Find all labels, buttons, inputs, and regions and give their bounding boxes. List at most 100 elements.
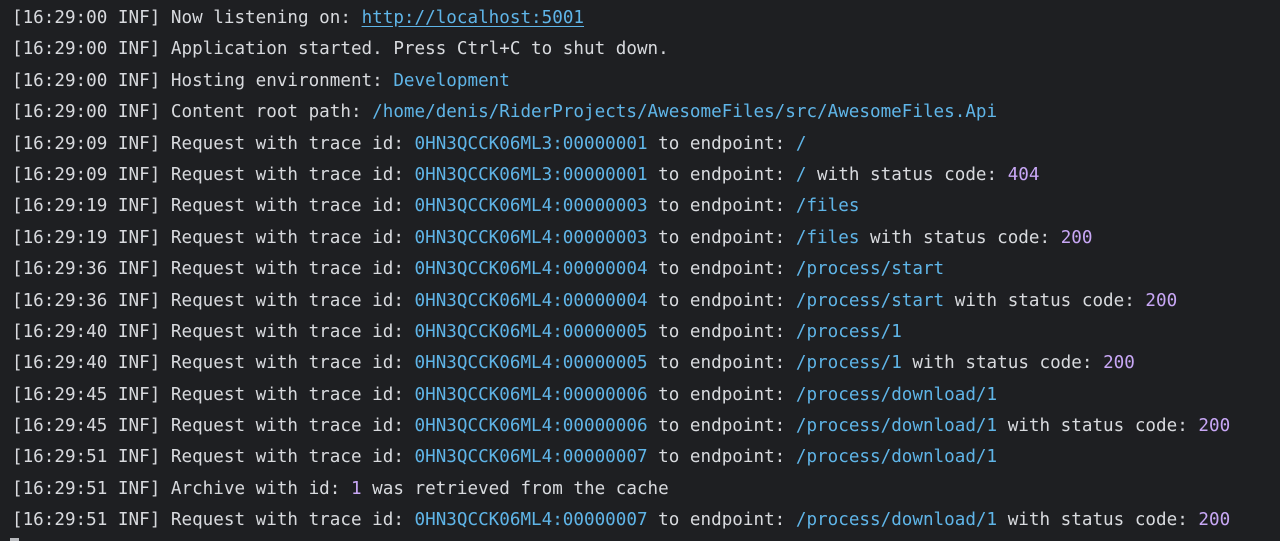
log-line: [16:29:51 INF] Request with trace id: 0H…	[12, 505, 1280, 536]
log-text: 200	[1198, 416, 1231, 437]
log-text: Request with trace id:	[160, 259, 415, 280]
log-timestamp: [16:29:09 INF]	[12, 133, 161, 154]
log-text: /process/start	[795, 259, 945, 280]
log-text: 404	[1007, 164, 1040, 185]
log-text: Request with trace id:	[160, 353, 415, 374]
log-text: /	[795, 164, 807, 185]
log-line: [16:29:45 INF] Request with trace id: 0H…	[12, 411, 1280, 442]
log-timestamp: [16:29:00 INF]	[12, 8, 161, 28]
log-text: 0HN3QCCK06ML4:00000004	[414, 259, 648, 280]
log-text: was retrieved from the cache	[361, 478, 669, 499]
log-text: to endpoint:	[647, 227, 796, 248]
log-text: /process/download/1	[795, 447, 998, 468]
log-line: [16:29:00 INF] Now listening on: http://…	[12, 3, 1280, 34]
log-text: with status code:	[806, 164, 1008, 185]
log-text: to endpoint:	[647, 353, 796, 374]
log-text: to endpoint:	[647, 447, 796, 468]
log-text: 1	[350, 478, 362, 499]
log-line: [16:29:51 INF] Archive with id: 1 was re…	[12, 474, 1280, 505]
log-text: Request with trace id:	[160, 510, 415, 531]
log-text: to endpoint:	[647, 133, 796, 154]
log-text: 0HN3QCCK06ML3:00000001	[414, 133, 648, 154]
log-timestamp: [16:29:00 INF]	[12, 70, 161, 91]
log-text: to endpoint:	[647, 164, 796, 185]
log-text: 0HN3QCCK06ML4:00000003	[414, 227, 648, 248]
log-text: /files	[795, 196, 860, 217]
log-text: Request with trace id:	[160, 196, 415, 217]
log-text: /home/denis/RiderProjects/AwesomeFiles/s…	[372, 102, 998, 123]
log-timestamp: [16:29:51 INF]	[12, 510, 161, 531]
log-text: Request with trace id:	[160, 290, 415, 311]
log-text: /	[795, 133, 807, 154]
log-line: [16:29:09 INF] Request with trace id: 0H…	[12, 160, 1280, 191]
log-text: with status code:	[859, 227, 1061, 248]
log-text: 0HN3QCCK06ML4:00000006	[414, 384, 648, 405]
log-line: [16:29:00 INF] Application started. Pres…	[12, 34, 1280, 65]
log-timestamp: [16:29:51 INF]	[12, 478, 161, 499]
log-line: [16:29:19 INF] Request with trace id: 0H…	[12, 191, 1280, 222]
log-timestamp: [16:29:45 INF]	[12, 384, 161, 405]
log-line: [16:29:40 INF] Request with trace id: 0H…	[12, 317, 1280, 348]
log-text: to endpoint:	[647, 196, 796, 217]
log-text: to endpoint:	[647, 290, 796, 311]
log-text: /process/download/1	[795, 416, 998, 437]
log-text: Request with trace id:	[160, 416, 415, 437]
log-text: 0HN3QCCK06ML4:00000007	[414, 510, 648, 531]
log-text: /files	[795, 227, 860, 248]
log-line: [16:29:09 INF] Request with trace id: 0H…	[12, 129, 1280, 160]
log-timestamp: [16:29:09 INF]	[12, 164, 161, 185]
log-timestamp: [16:29:00 INF]	[12, 39, 161, 60]
log-text: to endpoint:	[647, 510, 796, 531]
log-text: 0HN3QCCK06ML4:00000005	[414, 353, 648, 374]
log-timestamp: [16:29:19 INF]	[12, 196, 161, 217]
log-text: 0HN3QCCK06ML4:00000005	[414, 321, 648, 342]
log-text: Now listening on:	[160, 8, 362, 28]
log-line: [16:29:19 INF] Request with trace id: 0H…	[12, 223, 1280, 254]
log-text: with status code:	[901, 353, 1104, 374]
log-link[interactable]: http://localhost:5001	[362, 8, 584, 28]
log-text: to endpoint:	[647, 384, 796, 405]
log-text: to endpoint:	[647, 416, 796, 437]
log-text: 0HN3QCCK06ML4:00000007	[414, 447, 648, 468]
log-line: [16:29:40 INF] Request with trace id: 0H…	[12, 348, 1280, 379]
log-timestamp: [16:29:45 INF]	[12, 416, 161, 437]
log-line: [16:29:00 INF] Content root path: /home/…	[12, 97, 1280, 128]
log-lines: [16:29:00 INF] Now listening on: http://…	[12, 3, 1280, 537]
log-text: /process/start	[795, 290, 945, 311]
log-text: 0HN3QCCK06ML4:00000003	[414, 196, 648, 217]
log-text: with status code:	[997, 510, 1199, 531]
log-text: /process/1	[795, 321, 902, 342]
log-timestamp: [16:29:51 INF]	[12, 447, 161, 468]
log-text: Application started. Press Ctrl+C to shu…	[160, 39, 669, 60]
log-text: 200	[1060, 227, 1093, 248]
log-text: Request with trace id:	[160, 164, 415, 185]
log-text: Development	[393, 70, 510, 91]
log-text: /process/download/1	[795, 384, 998, 405]
log-line: [16:29:51 INF] Request with trace id: 0H…	[12, 442, 1280, 473]
log-text: Request with trace id:	[160, 133, 415, 154]
log-text: Hosting environment:	[160, 70, 394, 91]
log-text: /process/download/1	[795, 510, 998, 531]
log-text: with status code:	[997, 416, 1199, 437]
log-text: 0HN3QCCK06ML4:00000006	[414, 416, 648, 437]
log-text: Request with trace id:	[160, 447, 415, 468]
log-text: 200	[1103, 353, 1135, 374]
log-line: [16:29:36 INF] Request with trace id: 0H…	[12, 254, 1280, 285]
log-text: /process/1	[795, 353, 902, 374]
log-text: Request with trace id:	[160, 384, 415, 405]
log-text: Request with trace id:	[160, 227, 415, 248]
log-timestamp: [16:29:40 INF]	[12, 353, 161, 374]
log-text: 200	[1145, 290, 1178, 311]
log-timestamp: [16:29:19 INF]	[12, 227, 161, 248]
terminal-output[interactable]: [16:29:00 INF] Now listening on: http://…	[0, 0, 1280, 541]
log-text: 200	[1198, 510, 1231, 531]
log-text: Request with trace id:	[160, 321, 415, 342]
log-text: 0HN3QCCK06ML4:00000004	[414, 290, 648, 311]
log-line: [16:29:45 INF] Request with trace id: 0H…	[12, 380, 1280, 411]
log-text: 0HN3QCCK06ML3:00000001	[414, 164, 648, 185]
log-text: Archive with id:	[160, 478, 351, 499]
log-text: to endpoint:	[647, 259, 796, 280]
log-timestamp: [16:29:40 INF]	[12, 321, 161, 342]
log-line: [16:29:00 INF] Hosting environment: Deve…	[12, 66, 1280, 97]
log-text: Content root path:	[160, 102, 373, 123]
